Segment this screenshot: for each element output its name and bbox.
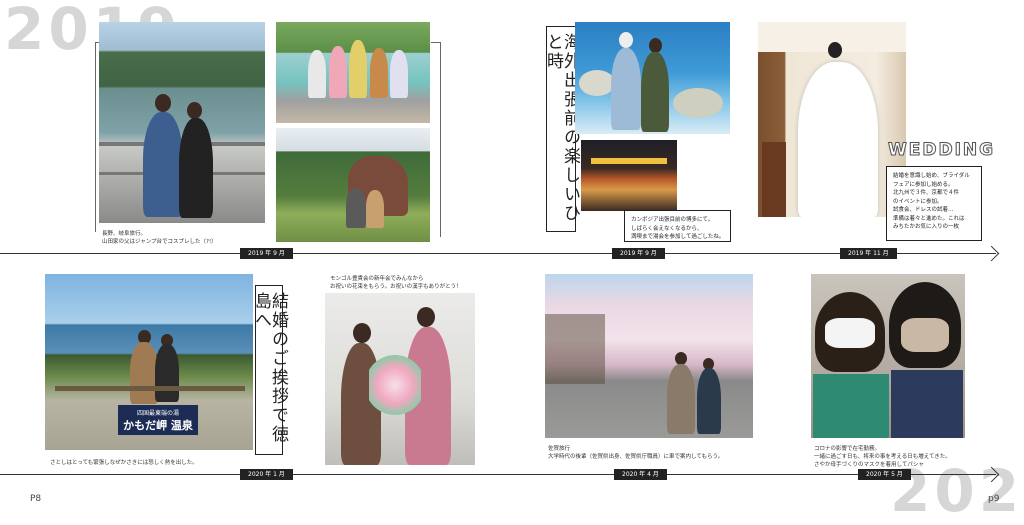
frame-line — [431, 42, 440, 43]
date-tag: 2019 年 9 月 — [240, 248, 293, 260]
note-wedding-line: 結婚を意識し始め、ブライダル — [893, 173, 970, 179]
page-number-left: P8 — [30, 494, 42, 504]
caption-tokushima: さとしはとっても緊張しなぜかさきには怒しく熱を出した。 — [50, 460, 198, 466]
date-tag: 2020 年 5 月 — [858, 469, 911, 481]
caption-mongol-2: お祝いの花束をもらう。お祝いの漢字もありがとう！ — [330, 284, 462, 290]
note-wedding-line: 北九州で３件、京都で４件 — [893, 190, 960, 197]
frame-line — [440, 42, 441, 237]
photo-mask-selfie — [811, 274, 965, 438]
onsen-sign-sub: 四国最東端の湯 — [136, 410, 179, 417]
photo-cherry-blossoms — [545, 274, 753, 438]
note-wedding-line: 試食会、ドレスの試着… — [893, 207, 954, 214]
photo-aquarium — [575, 22, 730, 134]
caption-corona-3: さやか母手づくりのマスクを着用してパシャ — [814, 462, 924, 468]
date-tag: 2019 年 11 月 — [840, 248, 897, 260]
note-cambodia-line: カンボジア出張目前の博多にて。 — [631, 217, 714, 223]
caption-corona-2: 一緒に過ごす日も、将来の事を考える日も増えてきた。 — [814, 454, 951, 460]
note-cambodia-line: 満喫まで湯会を参加して過ごしたね。 — [631, 234, 725, 241]
wedding-title: WEDDING — [887, 140, 996, 161]
onsen-sign: 四国最東端の湯 かもだ岬 温泉 — [118, 405, 198, 435]
photo-village-stone — [276, 128, 430, 242]
onsen-sign-main: かもだ岬 温泉 — [123, 419, 193, 432]
photo-ski-jump-group — [276, 22, 430, 123]
date-tag: 2020 年 1 月 — [240, 469, 293, 481]
photo-wedding-dress — [758, 22, 906, 217]
caption-corona-1: コロナの影響で在宅勤務。 — [814, 446, 881, 452]
photo-dam-couple — [99, 22, 265, 223]
page-number-right: p9 — [988, 494, 1000, 504]
date-tag: 2020 年 4 月 — [614, 469, 667, 481]
caption-saga-1: 佐賀旅行 — [548, 446, 571, 452]
frame-line — [95, 42, 96, 232]
caption-saga-2: 大学時代の後輩（佐賀県出身、佐賀県庁職員）に車で案内してもらう。 — [548, 454, 724, 460]
note-wedding-line: みちたかお気に入りの一枚 — [893, 224, 960, 231]
caption-nagano-2: 山田家の父はジャンプ台でコスプレした（?!） — [102, 239, 217, 245]
title-overseas: 海外出張前の楽しいひと時 — [543, 26, 580, 232]
photo-night-market — [581, 140, 677, 211]
photo-bouquet — [325, 293, 475, 465]
note-cambodia: カンボジア出張目前の博多にて。 しばらく会えなくなるから、 満喫まで湯会を参加し… — [624, 210, 731, 242]
timeline-arrow-icon — [983, 245, 1000, 262]
note-wedding-line: 準備は着々と進めた。これは — [893, 215, 965, 222]
note-wedding-line: フェアに参加し始める。 — [893, 181, 954, 188]
caption-mongol-1: モンゴル豊貴会の新年会でみんなから — [330, 276, 424, 282]
timeline-2020 — [0, 474, 996, 475]
note-cambodia-line: しばらく会えなくなるから、 — [631, 225, 703, 232]
date-tag: 2019 年 9 月 — [612, 248, 665, 260]
note-wedding: 結婚を意識し始め、ブライダル フェアに参加し始める。 北九州で３件、京都で４件 … — [886, 166, 982, 241]
title-tokushima: 結婚のご挨拶で徳島へ — [251, 285, 288, 455]
caption-nagano-1: 長野、岐阜旅行。 — [102, 231, 147, 237]
note-wedding-line: のイベントに参加。 — [893, 198, 943, 205]
